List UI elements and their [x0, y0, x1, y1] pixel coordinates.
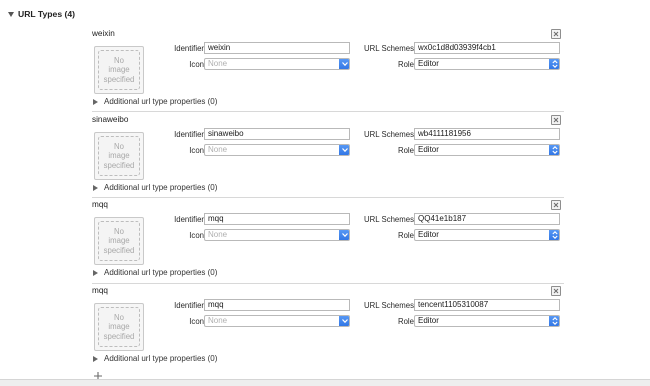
remove-entry-button[interactable]: [551, 286, 561, 296]
url-schemes-field[interactable]: wb4111181956: [414, 128, 560, 140]
role-label: Role: [397, 317, 414, 326]
additional-properties-toggle[interactable]: Additional url type properties (0): [93, 354, 217, 363]
no-image-label: No image specified: [103, 141, 135, 170]
url-schemes-label: URL Schemes: [364, 215, 414, 224]
entry-name: weixin: [92, 29, 115, 38]
entry-name: mqq: [92, 286, 108, 295]
identifier-field[interactable]: sinaweibo: [204, 128, 350, 140]
updown-chevron-icon[interactable]: [549, 145, 559, 155]
additional-properties-label: Additional url type properties (0): [104, 97, 218, 106]
icon-combo-value: None: [208, 230, 228, 239]
additional-properties-toggle[interactable]: Additional url type properties (0): [93, 97, 217, 106]
url-types-header[interactable]: URL Types (4): [8, 9, 75, 19]
divider: [92, 111, 564, 112]
disclosure-closed-icon[interactable]: [93, 355, 98, 362]
url-schemes-label: URL Schemes: [364, 301, 414, 310]
url-type-entry: sinaweibo No image specified Identifier …: [92, 115, 564, 201]
section-title: URL Types (4): [18, 9, 75, 19]
chevron-down-icon[interactable]: [339, 316, 349, 326]
identifier-label: Identifier: [174, 44, 204, 53]
url-schemes-label: URL Schemes: [364, 44, 414, 53]
icon-combo-box[interactable]: None: [204, 229, 350, 241]
divider: [92, 197, 564, 198]
icon-combo-value: None: [208, 316, 228, 325]
icon-combo-box[interactable]: None: [204, 144, 350, 156]
close-icon: [553, 31, 559, 37]
icon-combo-box[interactable]: None: [204, 315, 350, 327]
disclosure-open-icon[interactable]: [8, 11, 14, 17]
icon-combo-value: None: [208, 145, 228, 154]
updown-chevron-icon[interactable]: [549, 316, 559, 326]
icon-label: Icon: [189, 146, 204, 155]
updown-chevron-icon[interactable]: [549, 230, 559, 240]
disclosure-closed-icon[interactable]: [93, 269, 98, 276]
identifier-field[interactable]: weixin: [204, 42, 350, 54]
role-value: Editor: [418, 145, 439, 154]
disclosure-closed-icon[interactable]: [93, 184, 98, 191]
identifier-label: Identifier: [174, 301, 204, 310]
url-schemes-field[interactable]: tencent1105310087: [414, 299, 560, 311]
entry-name: mqq: [92, 200, 108, 209]
no-image-label: No image specified: [103, 312, 135, 341]
url-type-entry: mqq No image specified Identifier mqq Ic…: [92, 200, 564, 286]
divider: [92, 283, 564, 284]
additional-properties-toggle[interactable]: Additional url type properties (0): [93, 183, 217, 192]
role-value: Editor: [418, 316, 439, 325]
close-icon: [553, 117, 559, 123]
close-icon: [553, 202, 559, 208]
image-well[interactable]: No image specified: [94, 217, 144, 265]
icon-combo-value: None: [208, 59, 228, 68]
close-icon: [553, 288, 559, 294]
role-popup[interactable]: Editor: [414, 315, 560, 327]
additional-properties-toggle[interactable]: Additional url type properties (0): [93, 268, 217, 277]
disclosure-closed-icon[interactable]: [93, 98, 98, 105]
role-label: Role: [397, 60, 414, 69]
additional-properties-label: Additional url type properties (0): [104, 354, 218, 363]
image-well[interactable]: No image specified: [94, 303, 144, 351]
image-well[interactable]: No image specified: [94, 132, 144, 180]
role-label: Role: [397, 231, 414, 240]
identifier-field[interactable]: mqq: [204, 213, 350, 225]
icon-label: Icon: [189, 231, 204, 240]
url-schemes-field[interactable]: wx0c1d8d03939f4cb1: [414, 42, 560, 54]
icon-label: Icon: [189, 317, 204, 326]
no-image-label: No image specified: [103, 55, 135, 84]
identifier-label: Identifier: [174, 130, 204, 139]
entry-name: sinaweibo: [92, 115, 129, 124]
role-popup[interactable]: Editor: [414, 144, 560, 156]
url-schemes-label: URL Schemes: [364, 130, 414, 139]
url-type-entry: mqq No image specified Identifier mqq Ic…: [92, 286, 564, 372]
role-popup[interactable]: Editor: [414, 58, 560, 70]
no-image-label: No image specified: [103, 226, 135, 255]
chevron-down-icon[interactable]: [339, 230, 349, 240]
chevron-down-icon[interactable]: [339, 59, 349, 69]
icon-combo-box[interactable]: None: [204, 58, 350, 70]
role-popup[interactable]: Editor: [414, 229, 560, 241]
identifier-label: Identifier: [174, 215, 204, 224]
role-value: Editor: [418, 59, 439, 68]
updown-chevron-icon[interactable]: [549, 59, 559, 69]
icon-label: Icon: [189, 60, 204, 69]
additional-properties-label: Additional url type properties (0): [104, 183, 218, 192]
remove-entry-button[interactable]: [551, 115, 561, 125]
url-schemes-field[interactable]: QQ41e1b187: [414, 213, 560, 225]
image-well[interactable]: No image specified: [94, 46, 144, 94]
role-label: Role: [397, 146, 414, 155]
role-value: Editor: [418, 230, 439, 239]
chevron-down-icon[interactable]: [339, 145, 349, 155]
url-type-entry: weixin No image specified Identifier wei…: [92, 29, 564, 115]
remove-entry-button[interactable]: [551, 200, 561, 210]
additional-properties-label: Additional url type properties (0): [104, 268, 218, 277]
remove-entry-button[interactable]: [551, 29, 561, 39]
identifier-field[interactable]: mqq: [204, 299, 350, 311]
